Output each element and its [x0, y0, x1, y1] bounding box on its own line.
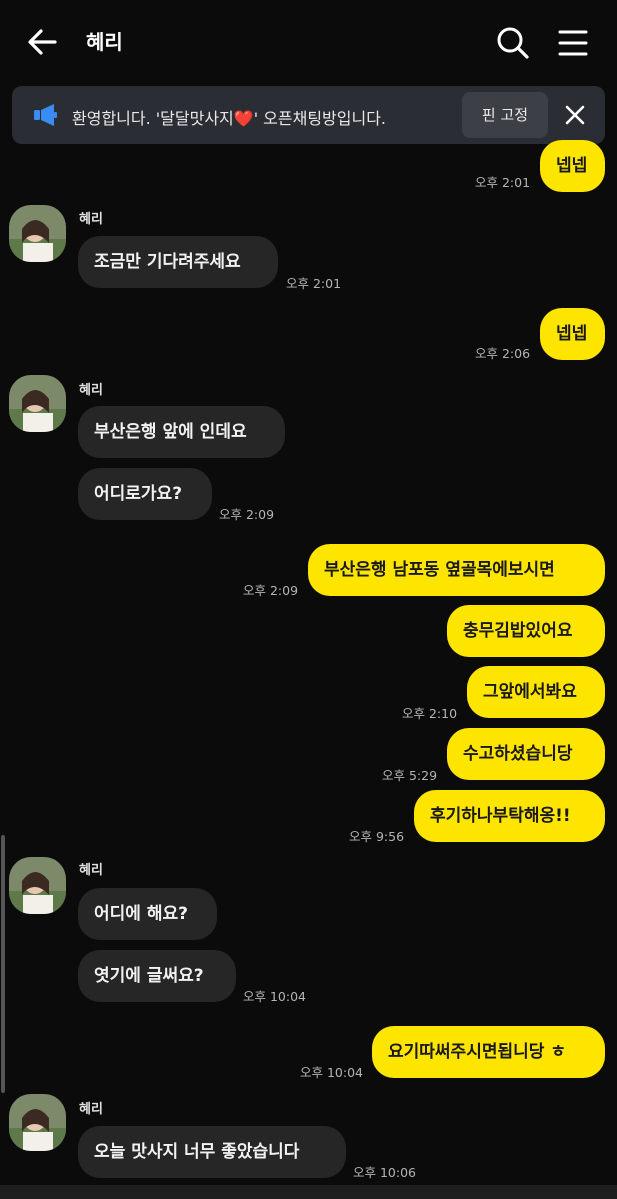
sender-name: 혜리 — [79, 1102, 103, 1117]
message-time: 오후 2:06 — [475, 346, 531, 361]
received-message-bubble[interactable]: 어디로가요? — [78, 468, 212, 520]
sent-message-bubble[interactable]: 부산은행 남포동 옆골목에보시면 — [308, 544, 605, 596]
message-time: 오후 2:09 — [219, 507, 275, 522]
sent-message-bubble[interactable]: 후기하나부탁해옹!! — [414, 790, 605, 842]
message-time: 오후 2:01 — [475, 175, 531, 190]
sender-name: 혜리 — [79, 863, 103, 878]
scrollbar[interactable] — [1, 835, 5, 1093]
notice-text: 환영합니다. '달달맛사지❤️' 오픈채팅방입니다. — [72, 109, 387, 128]
megaphone-icon — [34, 104, 57, 126]
close-icon[interactable] — [562, 102, 588, 128]
sent-message-bubble[interactable]: 넵넵 — [540, 140, 605, 192]
received-message-bubble[interactable]: 어디에 해요? — [78, 888, 217, 940]
sent-message-bubble[interactable]: 수고하셨습니당 — [447, 728, 605, 780]
received-message-bubble[interactable]: 엿기에 글써요? — [78, 950, 236, 1002]
sent-message-bubble[interactable]: 넵넵 — [540, 308, 605, 360]
sent-message-bubble[interactable]: 요기따써주시면됩니당 ㅎ — [372, 1026, 605, 1078]
received-message-bubble[interactable]: 조금만 기다려주세요 — [78, 236, 278, 288]
message-time: 오후 10:04 — [300, 1065, 363, 1080]
received-message-bubble[interactable]: 오늘 맛사지 너무 좋았습니다 — [78, 1126, 346, 1178]
avatar[interactable] — [9, 205, 66, 262]
sender-name: 혜리 — [79, 383, 103, 398]
chat-header: 혜리 — [0, 0, 617, 84]
menu-icon[interactable] — [554, 24, 592, 62]
message-time: 오후 10:04 — [243, 989, 306, 1004]
sent-message-bubble[interactable]: 충무김밥있어요 — [447, 605, 605, 657]
message-time: 오후 2:09 — [243, 583, 299, 598]
message-time: 오후 5:29 — [382, 768, 438, 783]
message-time: 오후 2:10 — [402, 706, 458, 721]
message-time: 오후 10:06 — [353, 1165, 416, 1180]
avatar[interactable] — [9, 375, 66, 432]
sender-name: 혜리 — [79, 212, 103, 227]
avatar[interactable] — [9, 857, 66, 914]
input-bar — [0, 1185, 617, 1199]
pin-button[interactable]: 핀 고정 — [462, 92, 548, 138]
notice-banner[interactable]: 환영합니다. '달달맛사지❤️' 오픈채팅방입니다. 핀 고정 — [12, 86, 605, 144]
sent-message-bubble[interactable]: 그앞에서봐요 — [467, 666, 605, 718]
message-time: 오후 9:56 — [349, 829, 405, 844]
avatar[interactable] — [9, 1094, 66, 1151]
search-icon[interactable] — [494, 24, 532, 62]
received-message-bubble[interactable]: 부산은행 앞에 인데요 — [78, 406, 285, 458]
back-arrow-icon[interactable] — [22, 22, 62, 62]
chat-title: 혜리 — [86, 30, 123, 54]
message-time: 오후 2:01 — [286, 276, 342, 291]
